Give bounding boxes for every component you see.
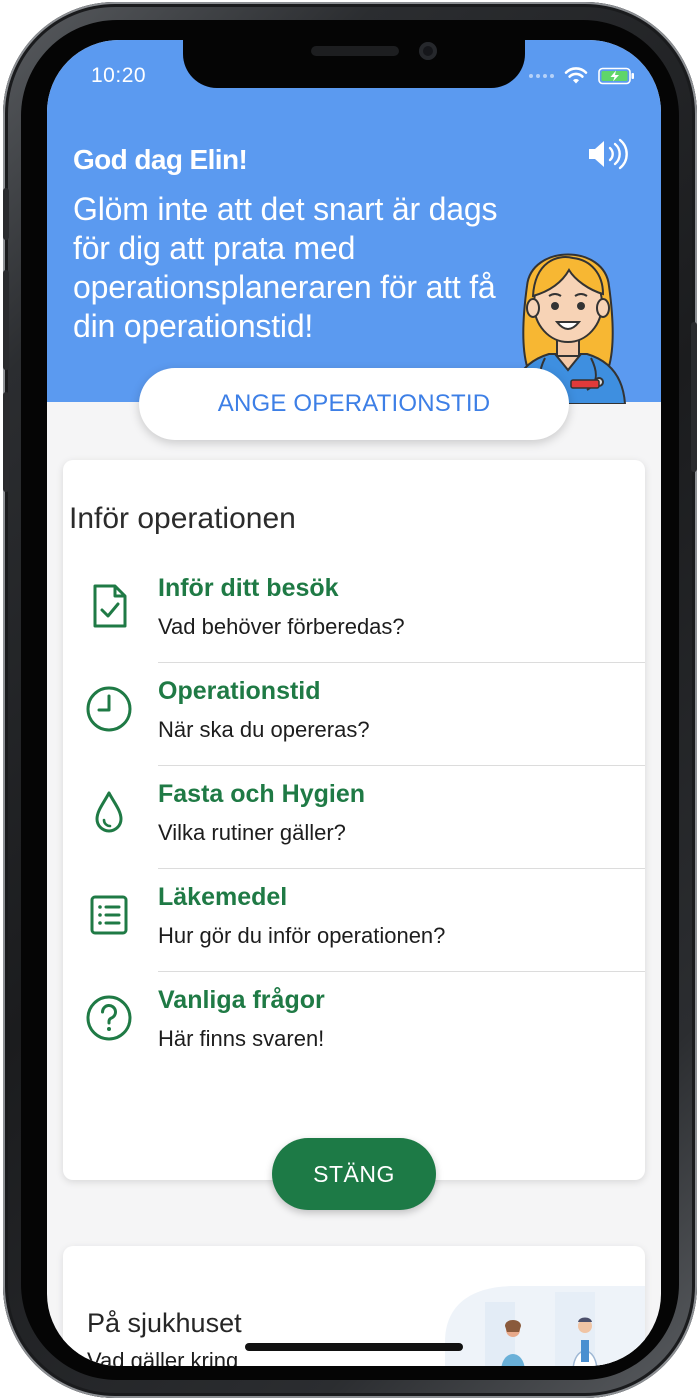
card-title: Inför operationen bbox=[69, 502, 296, 535]
notch bbox=[183, 40, 525, 88]
earpiece bbox=[311, 46, 399, 56]
status-time: 10:20 bbox=[91, 64, 147, 87]
reminder-message: Glöm inte att det snart är dags för dig … bbox=[73, 191, 498, 344]
home-indicator[interactable] bbox=[245, 1343, 463, 1351]
power-button bbox=[691, 322, 697, 472]
document-check-icon bbox=[93, 584, 127, 628]
menu-item-faq[interactable]: Vanliga frågor Här finns svaren! bbox=[63, 972, 645, 1075]
menu-item-title: Operationstid bbox=[158, 677, 321, 705]
menu-item-title: Vanliga frågor bbox=[158, 986, 325, 1014]
card2-title: På sjukhuset bbox=[87, 1308, 242, 1338]
hospital-illustration bbox=[445, 1286, 645, 1366]
card2-subtitle: Vad gäller kring bbox=[87, 1348, 239, 1366]
app-screen: 10:20 God dag Elin! Glöm inte att det sn… bbox=[47, 40, 661, 1366]
menu-item-surgery-time[interactable]: Operationstid När ska du opereras? bbox=[63, 663, 645, 766]
menu-item-title: Läkemedel bbox=[158, 883, 288, 911]
status-icons bbox=[529, 66, 636, 86]
volume-down-button bbox=[3, 392, 9, 492]
menu-item-subtitle: Vad behöver förberedas? bbox=[158, 614, 405, 639]
wifi-icon bbox=[564, 67, 588, 84]
menu-item-subtitle: När ska du opereras? bbox=[158, 717, 370, 742]
volume-up-button bbox=[3, 270, 9, 370]
header-banner: 10:20 God dag Elin! Glöm inte att det sn… bbox=[47, 40, 661, 404]
signal-dots-icon bbox=[529, 74, 554, 78]
mute-switch bbox=[3, 188, 9, 240]
menu-item-subtitle: Här finns svaren! bbox=[158, 1026, 325, 1051]
greeting-text: God dag Elin! bbox=[73, 144, 248, 175]
phone-frame: 10:20 God dag Elin! Glöm inte att det sn… bbox=[3, 2, 697, 1398]
list-icon bbox=[90, 895, 128, 935]
set-surgery-time-button-wrap: ANGE OPERATIONSTID bbox=[139, 368, 569, 440]
menu-item-medication[interactable]: Läkemedel Hur gör du inför operationen? bbox=[63, 869, 645, 972]
menu-item-fasting-hygiene[interactable]: Fasta och Hygien Vilka rutiner gäller? bbox=[63, 766, 645, 869]
question-circle-icon bbox=[86, 995, 132, 1041]
water-drop-icon bbox=[95, 791, 123, 833]
set-surgery-time-button[interactable]: ANGE OPERATIONSTID bbox=[139, 368, 569, 440]
menu-item-subtitle: Hur gör du inför operationen? bbox=[158, 923, 446, 948]
battery-charging-icon bbox=[598, 67, 634, 85]
menu-item-visit[interactable]: Inför ditt besök Vad behöver förberedas? bbox=[63, 560, 645, 663]
menu-item-title: Inför ditt besök bbox=[158, 574, 339, 602]
menu-item-subtitle: Vilka rutiner gäller? bbox=[158, 820, 346, 845]
close-button[interactable]: STÄNG bbox=[272, 1138, 436, 1210]
clock-icon bbox=[86, 686, 132, 732]
front-camera bbox=[419, 42, 437, 60]
menu-list: Inför ditt besök Vad behöver förberedas?… bbox=[63, 560, 645, 1075]
speaker-icon[interactable] bbox=[585, 136, 631, 172]
menu-item-title: Fasta och Hygien bbox=[158, 780, 365, 808]
